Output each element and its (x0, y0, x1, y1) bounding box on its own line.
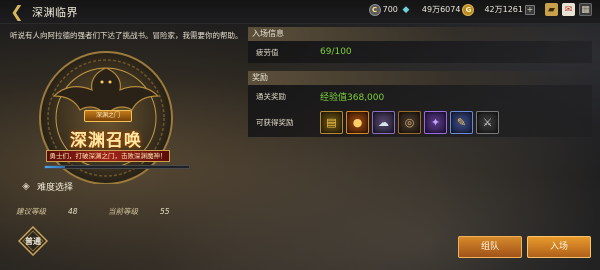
dark-box-icon[interactable]: ◎ (398, 110, 421, 134)
dungeon-title: 深渊召唤 (70, 131, 142, 151)
entry-info-header: 入场信息 (248, 27, 592, 41)
intro-text: 听说有人向阿拉德的强者们下达了挑战书。冒险家，我需要你的帮助。 (10, 31, 243, 40)
enter-button[interactable]: 入场 (527, 236, 591, 258)
fatigue-label: 疲劳值 (256, 47, 279, 57)
mail-icon[interactable]: ✉ (562, 3, 575, 16)
dungeon-progress-bar (44, 165, 190, 169)
difficulty-select-label[interactable]: ◈ 难度选择 (20, 180, 73, 193)
possible-reward-row: 可获得奖励 ▤ ● ☁ ◎ ✦ ✎ ⚔ (248, 107, 592, 137)
clear-reward-value: 经验值368,000 (320, 92, 385, 103)
difficulty-label-text: 难度选择 (37, 183, 74, 193)
reward-items: ▤ ● ☁ ◎ ✦ ✎ ⚔ (320, 110, 499, 134)
currency-value: 700 (382, 5, 398, 14)
emblem-level-badge: 深渊之门 (84, 110, 132, 122)
currency-c-coin: C 700 ◆ (368, 3, 412, 16)
back-arrow-icon[interactable]: ❮ (6, 1, 28, 23)
entry-info-body: 疲劳值 69/100 (248, 41, 592, 63)
purple-crystal-icon[interactable]: ✦ (424, 110, 447, 134)
orange-orb-icon[interactable]: ● (346, 110, 369, 134)
recommended-level-label: 建议等级 (16, 206, 46, 216)
difficulty-badge-label[interactable]: 普通 (18, 236, 48, 247)
silver-material-icon[interactable]: ☁ (372, 110, 395, 134)
team-button[interactable]: 组队 (458, 236, 522, 258)
currency-value: 42万1261 (484, 5, 523, 14)
menu-grid-icon[interactable]: ▦ (579, 3, 592, 16)
currency-bar: C 700 ◆ 49万6074 G 42万1261 + ▰ ✉ ▦ (368, 3, 592, 16)
level-info-row: 建议等级 48 当前等级 55 (16, 204, 224, 218)
current-level-value: 55 (160, 206, 170, 216)
system-icons: ▰ ✉ ▦ (545, 3, 592, 16)
add-currency-button[interactable]: + (525, 4, 535, 15)
pot-icon[interactable]: ▰ (545, 3, 558, 16)
diamond-outline-icon: ◈ (22, 181, 30, 192)
gold-coin-icon: G (462, 3, 475, 16)
fatigue-value: 69/100 (320, 47, 352, 57)
c-coin-icon: C (368, 3, 381, 16)
currency-gold: 42万1261 + (484, 4, 535, 15)
possible-reward-label: 可获得奖励 (256, 117, 294, 127)
clear-reward-label: 通关奖励 (256, 91, 286, 101)
sword-icon[interactable]: ⚔ (476, 110, 499, 134)
diamond-icon: ◆ (402, 4, 410, 15)
recommended-level-value: 48 (68, 206, 78, 216)
dungeon-subtitle: 勇士们，打破深渊之门，击败深渊魔神！ (46, 150, 170, 162)
currency-diamond: 49万6074 G (421, 3, 475, 16)
rewards-header: 奖励 (248, 71, 592, 85)
fatigue-row: 疲劳值 69/100 (248, 41, 592, 63)
top-bar: ❮ 深渊临界 C 700 ◆ 49万6074 G 42万1261 + ▰ ✉ ▦ (0, 0, 600, 24)
page-title: 深渊临界 (32, 5, 78, 19)
info-panel: 入场信息 疲劳值 69/100 奖励 通关奖励 经验值368,000 可获得奖励… (248, 27, 592, 137)
progress-fill (45, 166, 66, 168)
blue-ticket-icon[interactable]: ✎ (450, 110, 473, 134)
clear-reward-row: 通关奖励 经验值368,000 (248, 85, 592, 107)
gold-stack-icon[interactable]: ▤ (320, 110, 343, 134)
current-level-label: 当前等级 (108, 206, 138, 216)
currency-value: 49万6074 (421, 5, 461, 14)
rewards-body: 通关奖励 经验值368,000 可获得奖励 ▤ ● ☁ ◎ ✦ ✎ ⚔ (248, 85, 592, 137)
